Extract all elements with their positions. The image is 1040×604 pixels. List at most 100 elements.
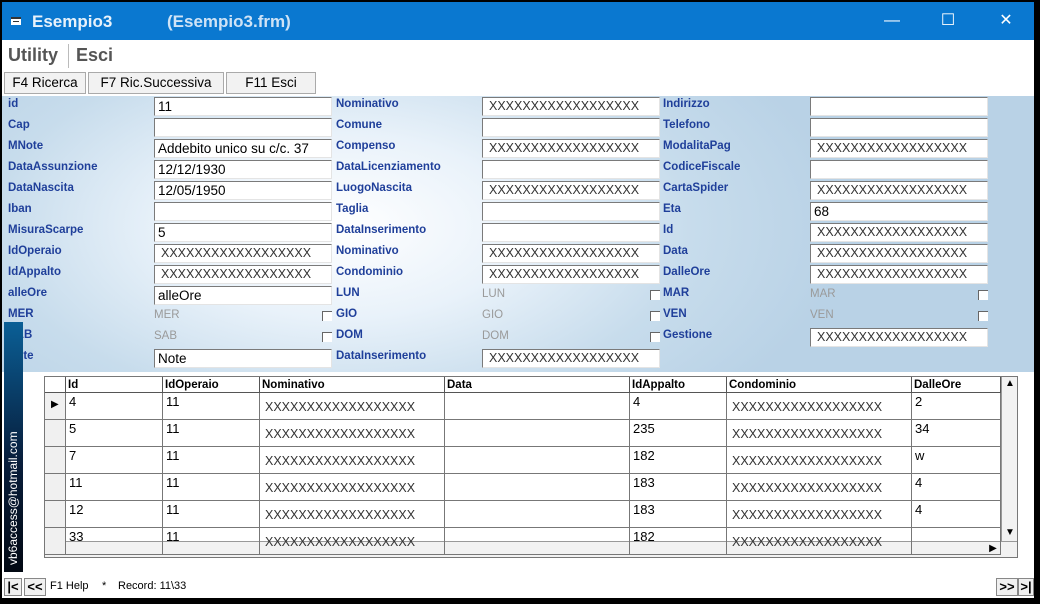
grid-cell[interactable]: XXXXXXXXXXXXXXXXXX <box>727 501 912 528</box>
menu-esci[interactable]: Esci <box>76 45 113 66</box>
grid-cell[interactable] <box>445 474 630 501</box>
row-selector[interactable] <box>45 474 66 501</box>
field-indirizzo[interactable] <box>810 97 988 116</box>
grid-cell[interactable]: 12 <box>66 501 163 528</box>
maximize-button[interactable]: ☐ <box>938 11 958 31</box>
grid-header-dalleore[interactable]: DalleOre <box>912 377 1001 393</box>
checkbox-dom[interactable] <box>650 332 660 342</box>
title-bar[interactable]: Esempio3 (Esempio3.frm) — ☐ ✕ <box>2 2 1034 40</box>
field-compenso[interactable]: XXXXXXXXXXXXXXXXXX <box>482 139 660 158</box>
grid-cell[interactable]: XXXXXXXXXXXXXXXXXX <box>260 501 445 528</box>
grid-cell[interactable] <box>445 393 630 420</box>
grid-cell[interactable]: 4 <box>66 393 163 420</box>
grid-cell[interactable] <box>445 528 630 555</box>
grid-cell[interactable]: 11 <box>163 447 260 474</box>
field-modalitapag[interactable]: XXXXXXXXXXXXXXXXXX <box>810 139 988 158</box>
esci-button[interactable]: F11 Esci <box>226 72 316 94</box>
field-idappalto[interactable]: XXXXXXXXXXXXXXXXXX <box>154 265 332 284</box>
grid-cell[interactable]: 182 <box>630 447 727 474</box>
grid-header-nominativo[interactable]: Nominativo <box>260 377 445 393</box>
field-taglia[interactable] <box>482 202 660 221</box>
grid-cell[interactable] <box>445 501 630 528</box>
scroll-down-icon[interactable]: ▼ <box>1002 527 1017 538</box>
minimize-button[interactable]: — <box>882 11 902 31</box>
ricerca-button[interactable]: F4 Ricerca <box>4 72 86 94</box>
grid-cell[interactable]: 33 <box>66 528 163 555</box>
grid-cell[interactable]: XXXXXXXXXXXXXXXXXX <box>260 474 445 501</box>
grid-header-idappalto[interactable]: IdAppalto <box>630 377 727 393</box>
field-datainserimento[interactable] <box>482 223 660 242</box>
checkbox-gio[interactable] <box>650 311 660 321</box>
field-id[interactable]: XXXXXXXXXXXXXXXXXX <box>810 223 988 242</box>
grid-cell[interactable]: 11 <box>163 501 260 528</box>
field-nominativo[interactable]: XXXXXXXXXXXXXXXXXX <box>482 97 660 116</box>
row-selector[interactable] <box>45 447 66 474</box>
field-dalleore[interactable]: XXXXXXXXXXXXXXXXXX <box>810 265 988 284</box>
grid-cell[interactable] <box>445 420 630 447</box>
grid-cell[interactable]: XXXXXXXXXXXXXXXXXX <box>727 420 912 447</box>
field-mnote[interactable]: Addebito unico su c/c. 37 <box>154 139 332 158</box>
field-iban[interactable] <box>154 202 332 221</box>
field-luogonascita[interactable]: XXXXXXXXXXXXXXXXXX <box>482 181 660 200</box>
field-note[interactable]: Note <box>154 349 332 368</box>
grid-cell[interactable]: XXXXXXXXXXXXXXXXXX <box>260 447 445 474</box>
grid-cell[interactable]: XXXXXXXXXXXXXXXXXX <box>260 393 445 420</box>
grid-cell[interactable]: XXXXXXXXXXXXXXXXXX <box>727 474 912 501</box>
field-codicefiscale[interactable] <box>810 160 988 179</box>
checkbox-mar[interactable] <box>978 290 988 300</box>
previous-record-button[interactable]: << <box>24 578 46 596</box>
grid-header-data[interactable]: Data <box>445 377 630 393</box>
field-data[interactable]: XXXXXXXXXXXXXXXXXX <box>810 244 988 263</box>
grid-cell[interactable]: XXXXXXXXXXXXXXXXXX <box>260 528 445 555</box>
grid-cell[interactable]: XXXXXXXXXXXXXXXXXX <box>727 447 912 474</box>
row-selector[interactable] <box>45 420 66 447</box>
grid-header-id[interactable]: Id <box>66 377 163 393</box>
grid-cell[interactable]: 7 <box>66 447 163 474</box>
next-record-button[interactable]: >> <box>996 578 1018 596</box>
grid-header-idoperaio[interactable]: IdOperaio <box>163 377 260 393</box>
checkbox-lun[interactable] <box>650 290 660 300</box>
grid-cell[interactable]: 4 <box>912 474 1001 501</box>
grid-cell[interactable]: XXXXXXXXXXXXXXXXXX <box>727 393 912 420</box>
close-button[interactable]: ✕ <box>996 11 1016 31</box>
first-record-button[interactable]: |< <box>4 578 22 596</box>
field-gestione[interactable]: XXXXXXXXXXXXXXXXXX <box>810 328 988 347</box>
field-comune[interactable] <box>482 118 660 137</box>
grid-cell[interactable]: XXXXXXXXXXXXXXXXXX <box>727 528 912 555</box>
row-selector[interactable]: ▶ <box>45 393 66 420</box>
field-eta[interactable]: 68 <box>810 202 988 221</box>
grid-cell[interactable]: 11 <box>163 420 260 447</box>
checkbox-ven[interactable] <box>978 311 988 321</box>
grid-cell[interactable] <box>912 528 1001 555</box>
field-cartaspider[interactable]: XXXXXXXXXXXXXXXXXX <box>810 181 988 200</box>
grid-cell[interactable]: 182 <box>630 528 727 555</box>
scroll-up-icon[interactable]: ▲ <box>1002 378 1017 389</box>
grid-cell[interactable]: 34 <box>912 420 1001 447</box>
vertical-scrollbar[interactable]: ▲ ▼ <box>1001 377 1017 541</box>
field-dataassunzione[interactable]: 12/12/1930 <box>154 160 332 179</box>
grid-cell[interactable]: 2 <box>912 393 1001 420</box>
field-misurascarpe[interactable]: 5 <box>154 223 332 242</box>
field-condominio[interactable]: XXXXXXXXXXXXXXXXXX <box>482 265 660 284</box>
field-datalicenziamento[interactable] <box>482 160 660 179</box>
grid-cell[interactable]: 183 <box>630 501 727 528</box>
field-telefono[interactable] <box>810 118 988 137</box>
field-id[interactable]: 11 <box>154 97 332 116</box>
grid-cell[interactable]: 11 <box>163 393 260 420</box>
grid-cell[interactable]: 183 <box>630 474 727 501</box>
row-selector[interactable] <box>45 528 66 555</box>
field-cap[interactable] <box>154 118 332 137</box>
field-nominativo[interactable]: XXXXXXXXXXXXXXXXXX <box>482 244 660 263</box>
grid-cell[interactable]: XXXXXXXXXXXXXXXXXX <box>260 420 445 447</box>
grid-cell[interactable]: 5 <box>66 420 163 447</box>
checkbox-sab[interactable] <box>322 332 332 342</box>
grid-cell[interactable]: 11 <box>163 474 260 501</box>
field-alleore[interactable]: alleOre <box>154 286 332 305</box>
checkbox-mer[interactable] <box>322 311 332 321</box>
field-datanascita[interactable]: 12/05/1950 <box>154 181 332 200</box>
grid-cell[interactable]: 11 <box>66 474 163 501</box>
field-idoperaio[interactable]: XXXXXXXXXXXXXXXXXX <box>154 244 332 263</box>
grid-cell[interactable]: 4 <box>630 393 727 420</box>
grid-cell[interactable]: 235 <box>630 420 727 447</box>
grid-cell[interactable]: 11 <box>163 528 260 555</box>
